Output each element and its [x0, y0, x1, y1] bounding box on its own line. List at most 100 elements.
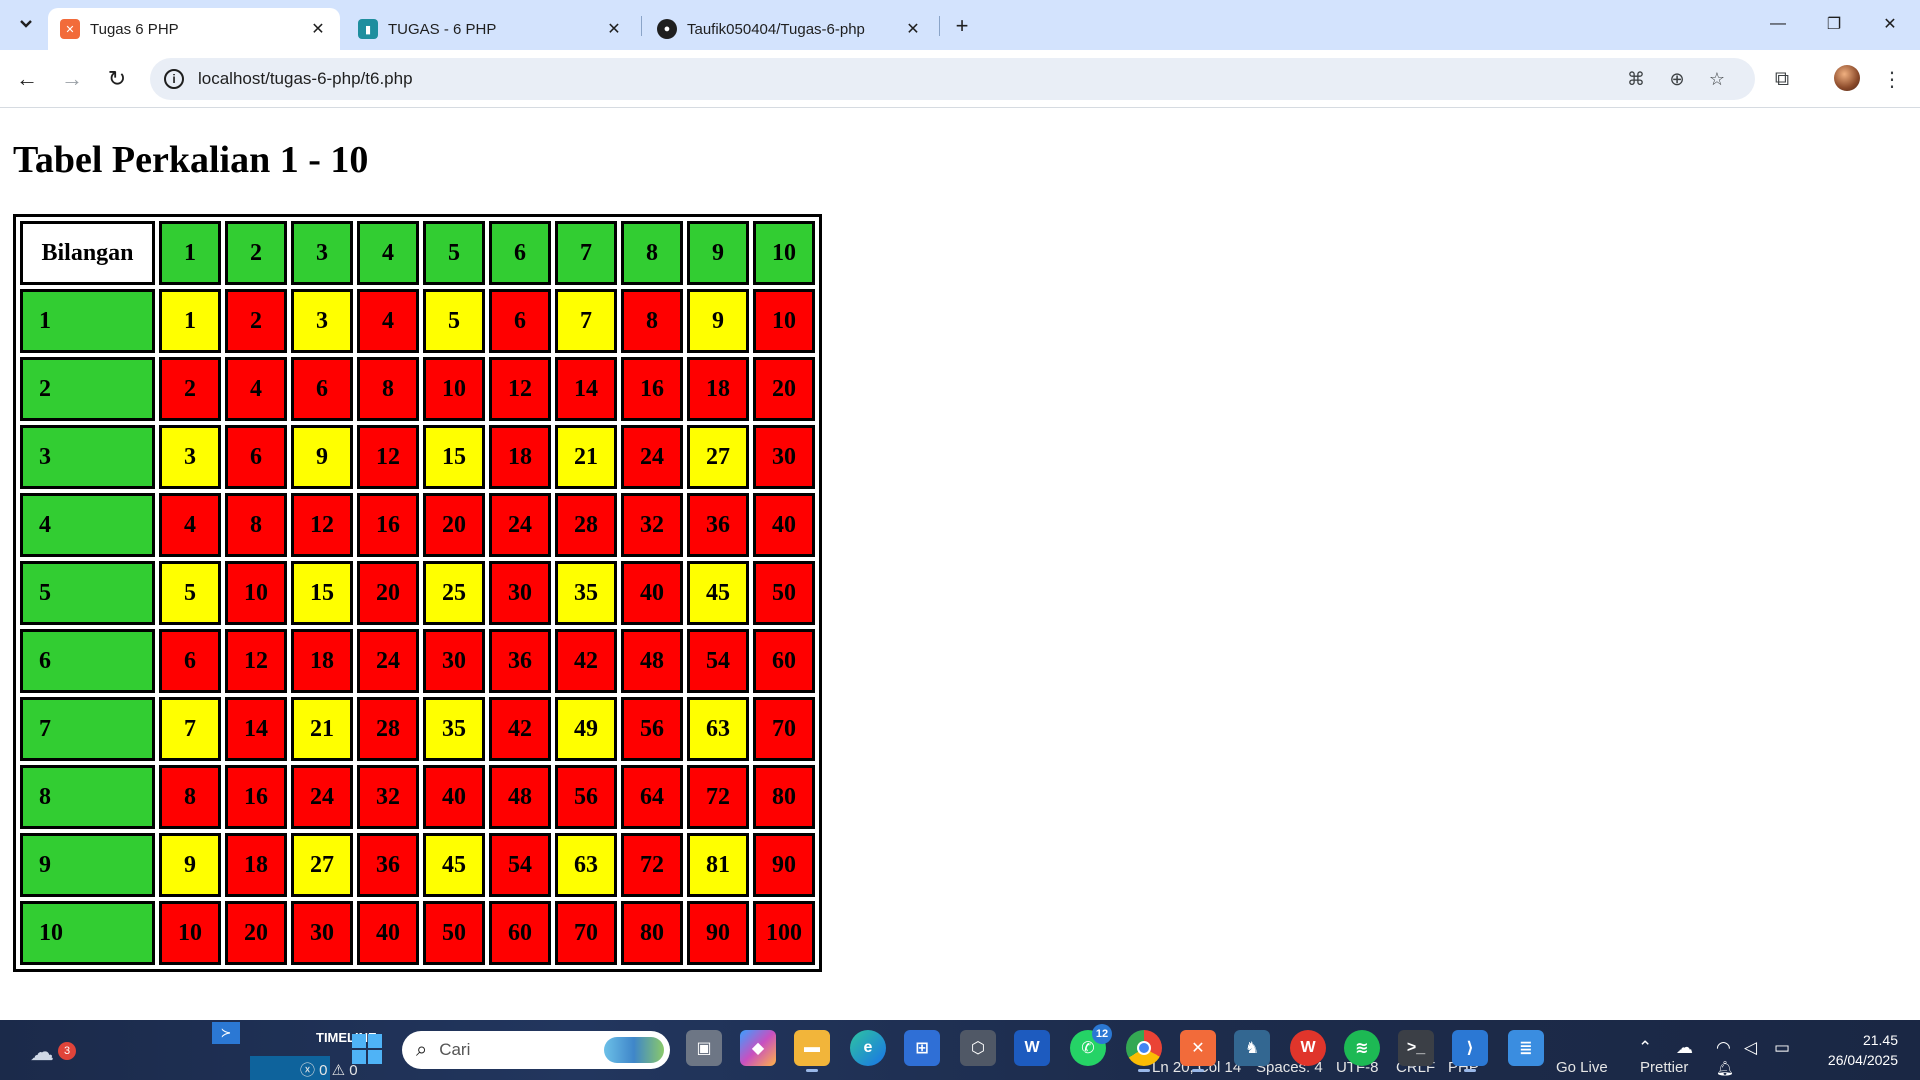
table-cell: 20 — [225, 901, 287, 965]
table-cell: 40 — [357, 901, 419, 965]
table-cell: 9 — [687, 289, 749, 353]
task-view-app[interactable]: ▣ — [686, 1030, 722, 1066]
zoom-icon[interactable]: ⊕ — [1665, 68, 1689, 90]
table-header-cell: 1 — [159, 221, 221, 285]
start-button[interactable] — [352, 1034, 382, 1064]
table-cell: 18 — [225, 833, 287, 897]
table-cell: 70 — [555, 901, 617, 965]
table-cell: 10 — [225, 561, 287, 625]
arrow-left-icon: ← — [16, 66, 38, 91]
table-row: 2 2 4 6 8 10 12 14 16 18 20 — [20, 357, 815, 421]
table-cell: 9 — [291, 425, 353, 489]
new-tab-button[interactable]: + — [948, 12, 976, 40]
table-row: 4 4 8 12 16 20 24 28 32 36 40 — [20, 493, 815, 557]
vscode-app[interactable]: ⟩ — [1452, 1030, 1488, 1072]
tab-separator — [641, 16, 642, 36]
clock-time: 21.45 — [1862, 1032, 1898, 1048]
table-row-header: 2 — [20, 357, 155, 421]
bookmark-star-icon[interactable]: ☆ — [1705, 68, 1729, 90]
table-cell: 21 — [555, 425, 617, 489]
volume-icon[interactable]: ◁ — [1744, 1038, 1757, 1058]
forward-button[interactable]: → — [56, 63, 88, 95]
minimize-button[interactable]: — — [1758, 8, 1798, 40]
taskbar-search[interactable]: ⌕ Cari — [402, 1031, 670, 1069]
translate-icon[interactable]: ⌘ — [1624, 68, 1648, 90]
status-go-live[interactable]: Go Live — [1556, 1059, 1608, 1076]
table-cell: 63 — [555, 833, 617, 897]
tab-search-button[interactable] — [10, 10, 42, 38]
terminal-app[interactable]: >_ — [1398, 1030, 1434, 1066]
table-cell: 12 — [225, 629, 287, 693]
chevron-up-icon[interactable]: ⌃ — [1638, 1038, 1652, 1058]
word-app[interactable]: W — [1014, 1030, 1050, 1066]
chevron-down-icon — [20, 20, 32, 28]
table-cell: 10 — [423, 357, 485, 421]
table-cell: 80 — [621, 901, 683, 965]
table-cell: 16 — [225, 765, 287, 829]
battery-icon[interactable]: ▭ — [1774, 1038, 1790, 1058]
table-header-cell: 2 — [225, 221, 287, 285]
close-icon[interactable]: ✕ — [903, 19, 923, 39]
browser-toolbar: ← → ↻ i localhost/tugas-6-php/t6.php ⌘ ⊕… — [0, 50, 1920, 108]
wifi-icon[interactable]: ◠ — [1716, 1038, 1731, 1058]
address-bar[interactable]: i localhost/tugas-6-php/t6.php ⌘ ⊕ ☆ — [150, 58, 1755, 100]
table-cell: 36 — [489, 629, 551, 693]
arrow-right-icon: → — [61, 66, 83, 91]
table-row-header: 8 — [20, 765, 155, 829]
table-header-cell: 10 — [753, 221, 815, 285]
close-icon: ✕ — [1883, 16, 1897, 33]
spotify-app[interactable]: ≋ — [1344, 1030, 1380, 1066]
back-button[interactable]: ← — [11, 63, 43, 95]
onedrive-icon[interactable]: ☁ — [1676, 1038, 1693, 1058]
tab-tugas-6-php[interactable]: ✕ Tugas 6 PHP ✕ — [48, 8, 340, 50]
extensions-button[interactable]: ⧉ — [1766, 63, 1798, 95]
table-row: 8 8 16 24 32 40 48 56 64 72 80 — [20, 765, 815, 829]
table-cell: 72 — [621, 833, 683, 897]
copilot-app[interactable]: ◆ — [740, 1030, 776, 1066]
table-corner-cell: Bilangan — [20, 221, 155, 285]
reload-button[interactable]: ↻ — [101, 63, 133, 95]
table-cell: 40 — [621, 561, 683, 625]
close-window-button[interactable]: ✕ — [1870, 8, 1910, 40]
table-cell: 8 — [159, 765, 221, 829]
table-row: 9 9 18 27 36 45 54 63 72 81 90 — [20, 833, 815, 897]
table-cell: 12 — [357, 425, 419, 489]
table-row-header: 7 — [20, 697, 155, 761]
tab-tugas-6-php-classroom[interactable]: ▮ TUGAS - 6 PHP ✕ — [346, 8, 636, 50]
table-cell: 1 — [159, 289, 221, 353]
notification-icon[interactable]: 🔔︎ — [1716, 1060, 1734, 1077]
wps-app[interactable]: W — [1290, 1030, 1326, 1066]
table-cell: 14 — [555, 357, 617, 421]
edge-app[interactable]: e — [850, 1030, 886, 1066]
status-problems[interactable]: ⓧ 0 ⚠ 0 — [300, 1059, 358, 1080]
vscode-remote-icon[interactable]: ≻ — [212, 1022, 240, 1044]
restore-button[interactable]: ❐ — [1814, 8, 1854, 40]
notepad-app[interactable]: ≣ — [1508, 1030, 1544, 1066]
table-cell: 20 — [357, 561, 419, 625]
site-info-icon[interactable]: i — [164, 69, 184, 89]
close-icon[interactable]: ✕ — [604, 19, 624, 39]
taskbar: ☁ 3 ≻ TIMELINE ⓧ 0 ⚠ 0 Ln 20, Col 14 Spa… — [0, 1020, 1920, 1080]
table-cell: 28 — [555, 493, 617, 557]
table-cell: 6 — [159, 629, 221, 693]
wps-icon: W — [1300, 1039, 1316, 1056]
postgres-app[interactable]: ♞ — [1234, 1030, 1270, 1066]
profile-avatar[interactable] — [1834, 65, 1860, 91]
menu-button[interactable]: ⋮ — [1876, 63, 1908, 95]
tab-github-repo[interactable]: ● Taufik050404/Tugas-6-php ✕ — [645, 8, 935, 50]
close-icon[interactable]: ✕ — [308, 19, 328, 39]
table-cell: 28 — [357, 697, 419, 761]
search-highlight-image — [604, 1037, 664, 1063]
status-prettier[interactable]: Prettier — [1640, 1059, 1688, 1076]
file-explorer-app[interactable]: ▬ — [794, 1030, 830, 1072]
chrome-app[interactable] — [1126, 1030, 1162, 1072]
system-clock[interactable]: 21.45 26/04/2025 — [1828, 1030, 1898, 1070]
whatsapp-app[interactable]: ✆ 12 — [1070, 1024, 1112, 1066]
url-text[interactable]: localhost/tugas-6-php/t6.php — [198, 69, 413, 89]
store-app[interactable]: ⊞ — [904, 1030, 940, 1066]
table-cell: 40 — [423, 765, 485, 829]
unity-app[interactable]: ⬡ — [960, 1030, 996, 1066]
xampp-app[interactable]: ✕ — [1180, 1030, 1216, 1072]
table-cell: 2 — [159, 357, 221, 421]
table-cell: 24 — [621, 425, 683, 489]
